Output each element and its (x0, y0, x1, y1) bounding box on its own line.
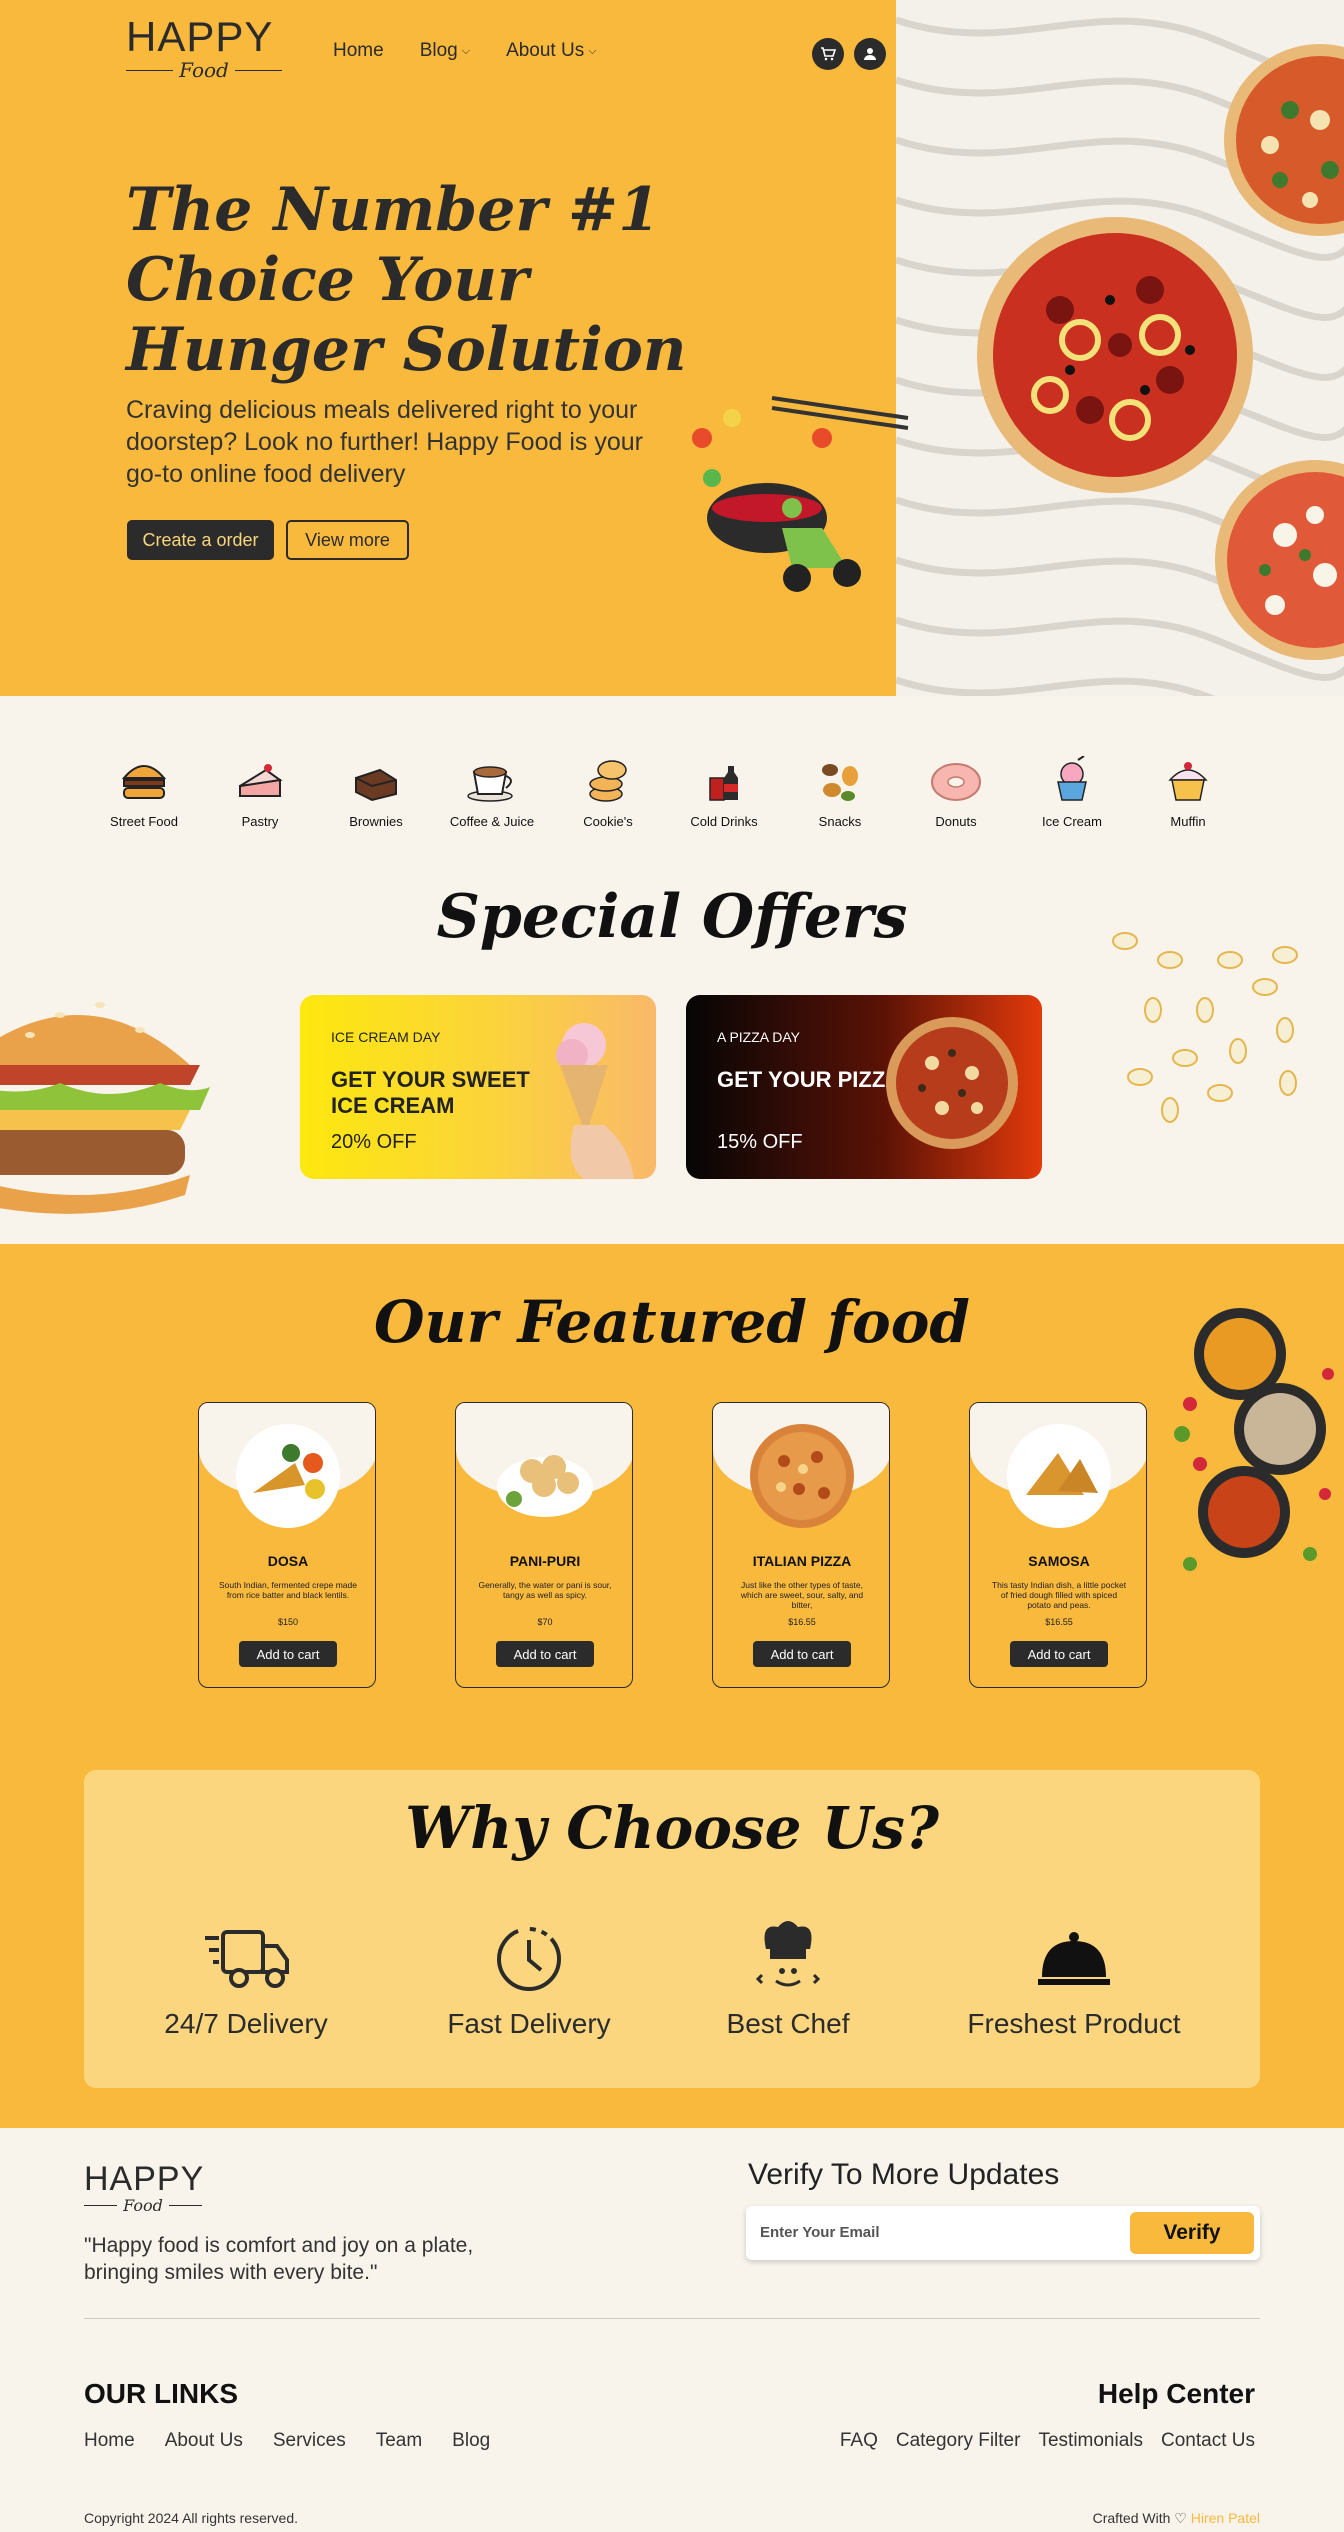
category-street-food[interactable]: Street Food (86, 750, 202, 829)
help-link-faq[interactable]: FAQ (840, 2430, 878, 2452)
footer-link-about[interactable]: About Us (165, 2430, 243, 2452)
cloche-icon (1036, 1916, 1112, 2002)
help-link-testimonials[interactable]: Testimonials (1038, 2430, 1143, 2452)
donut-icon (926, 750, 986, 810)
user-icon[interactable] (854, 38, 886, 70)
category-brownies[interactable]: Brownies (318, 750, 434, 829)
truck-icon (203, 1916, 289, 2002)
cake-icon (230, 750, 290, 810)
hero-section: HAPPY Food Home Blog ⌵ About Us ⌵ The Numb… (0, 0, 1344, 696)
footer-divider (84, 2318, 1260, 2319)
coffee-icon (462, 750, 522, 810)
help-links: FAQ Category Filter Testimonials Contact… (840, 2430, 1255, 2452)
chevron-down-icon: ⌵ (588, 44, 597, 57)
category-pastry[interactable]: Pastry (202, 750, 318, 829)
add-to-cart-button[interactable]: Add to cart (239, 1641, 337, 1667)
snacks-icon (810, 750, 870, 810)
why-item-24-7-delivery: 24/7 Delivery (126, 1916, 366, 2040)
chevron-down-icon: ⌵ (461, 44, 471, 57)
author-link[interactable]: Hiren Patel (1191, 2510, 1260, 2526)
create-order-button[interactable]: Create a order (127, 520, 274, 560)
crafted-credit: Crafted With ♡ Hiren Patel (1092, 2510, 1260, 2526)
why-choose-us-panel: Why Choose Us? 24/7 Delivery Fast Delive… (84, 1770, 1260, 2088)
chef-icon (756, 1916, 820, 2002)
header-icons (812, 38, 886, 70)
hero-description: Craving delicious meals delivered right … (126, 396, 643, 488)
footer-link-team[interactable]: Team (376, 2430, 422, 2452)
help-link-contact[interactable]: Contact Us (1161, 2430, 1255, 2452)
add-to-cart-button[interactable]: Add to cart (1010, 1641, 1108, 1667)
brand-name: HAPPY (126, 13, 274, 60)
hero-title: The Number #1 Choice Your Hunger Solutio… (126, 175, 687, 385)
email-field[interactable]: Enter Your Email Verify (746, 2206, 1260, 2260)
view-more-button[interactable]: View more (286, 520, 409, 560)
why-item-best-chef: Best Chef (668, 1916, 908, 2040)
food-card-dosa: DOSA South Indian, fermented crepe made … (198, 1402, 376, 1688)
nav-home[interactable]: Home (333, 40, 384, 62)
burger-icon (114, 750, 174, 810)
verify-title: Verify To More Updates (748, 2158, 1060, 2191)
nav-blog[interactable]: Blog ⌵ (420, 40, 470, 62)
category-muffin[interactable]: Muffin (1130, 750, 1246, 829)
footer-link-services[interactable]: Services (273, 2430, 346, 2452)
category-cookies[interactable]: Cookie's (550, 750, 666, 829)
dosa-image (236, 1424, 340, 1528)
brand-logo[interactable]: HAPPY Food (126, 13, 283, 82)
pizza-offer-image (886, 1017, 1018, 1149)
email-placeholder: Enter Your Email (760, 2224, 880, 2241)
featured-title: Our Featured food (374, 1288, 970, 1356)
category-coffee-juice[interactable]: Coffee & Juice (434, 750, 550, 829)
soda-icon (694, 750, 754, 810)
heart-icon: ♡ (1174, 2510, 1187, 2526)
category-snacks[interactable]: Snacks (782, 750, 898, 829)
add-to-cart-button[interactable]: Add to cart (753, 1641, 851, 1667)
cookie-icon (578, 750, 638, 810)
seeds-decoration (1112, 932, 1298, 1123)
brownie-icon (346, 750, 406, 810)
food-card-italian-pizza: ITALIAN PIZZA Just like the other types … (712, 1402, 890, 1688)
pani-puri-image (497, 1455, 593, 1517)
category-ice-cream[interactable]: Ice Cream (1014, 750, 1130, 829)
why-title: Why Choose Us? (405, 1794, 939, 1862)
food-card-samosa: SAMOSA This tasty Indian dish, a little … (969, 1402, 1147, 1688)
muffin-icon (1158, 750, 1218, 810)
footer-links: Home About Us Services Team Blog (84, 2430, 490, 2452)
verify-button[interactable]: Verify (1130, 2212, 1254, 2254)
food-card-pani-puri: PANI-PURI Generally, the water or pani i… (455, 1402, 633, 1688)
copyright: Copyright 2024 All rights reserved. (84, 2510, 298, 2526)
footer-quote: "Happy food is comfort and joy on a plat… (84, 2234, 474, 2284)
pizza-image-top (1224, 44, 1344, 236)
cart-icon[interactable] (812, 38, 844, 70)
why-item-freshest-product: Freshest Product (954, 1916, 1194, 2040)
main-nav: Home Blog ⌵ About Us ⌵ (333, 40, 597, 62)
italian-pizza-image (750, 1424, 854, 1528)
nav-about[interactable]: About Us ⌵ (506, 40, 597, 62)
why-item-fast-delivery: Fast Delivery (409, 1916, 649, 2040)
burger-image (0, 1002, 210, 1214)
offer-card-pizza[interactable]: A PIZZA DAY GET YOUR PIZZA 15% OFF (686, 995, 1042, 1179)
footer-link-blog[interactable]: Blog (452, 2430, 490, 2452)
help-link-category-filter[interactable]: Category Filter (896, 2430, 1021, 2452)
category-donuts[interactable]: Donuts (898, 750, 1014, 829)
add-to-cart-button[interactable]: Add to cart (496, 1641, 594, 1667)
category-cold-drinks[interactable]: Cold Drinks (666, 750, 782, 829)
ice-cream-icon (1042, 750, 1102, 810)
brand-sub: Food (126, 58, 283, 82)
our-links-title: OUR LINKS (84, 2378, 238, 2409)
ice-cream-image (556, 1023, 634, 1179)
offer-card-ice-cream[interactable]: ICE CREAM DAY GET YOUR SWEET ICE CREAM 2… (300, 995, 656, 1179)
delivery-illustration (692, 396, 909, 592)
help-center-title: Help Center (1097, 2378, 1255, 2409)
samosa-image (1007, 1424, 1111, 1528)
category-list: Street Food Pastry Brownies Coffee & Jui… (86, 750, 1246, 829)
spices-image (1174, 1308, 1334, 1571)
pizza-image-bottom (1215, 460, 1344, 660)
footer-logo[interactable]: HAPPY Food (84, 2162, 203, 2215)
footer-link-home[interactable]: Home (84, 2430, 135, 2452)
clock-icon (494, 1916, 564, 2002)
